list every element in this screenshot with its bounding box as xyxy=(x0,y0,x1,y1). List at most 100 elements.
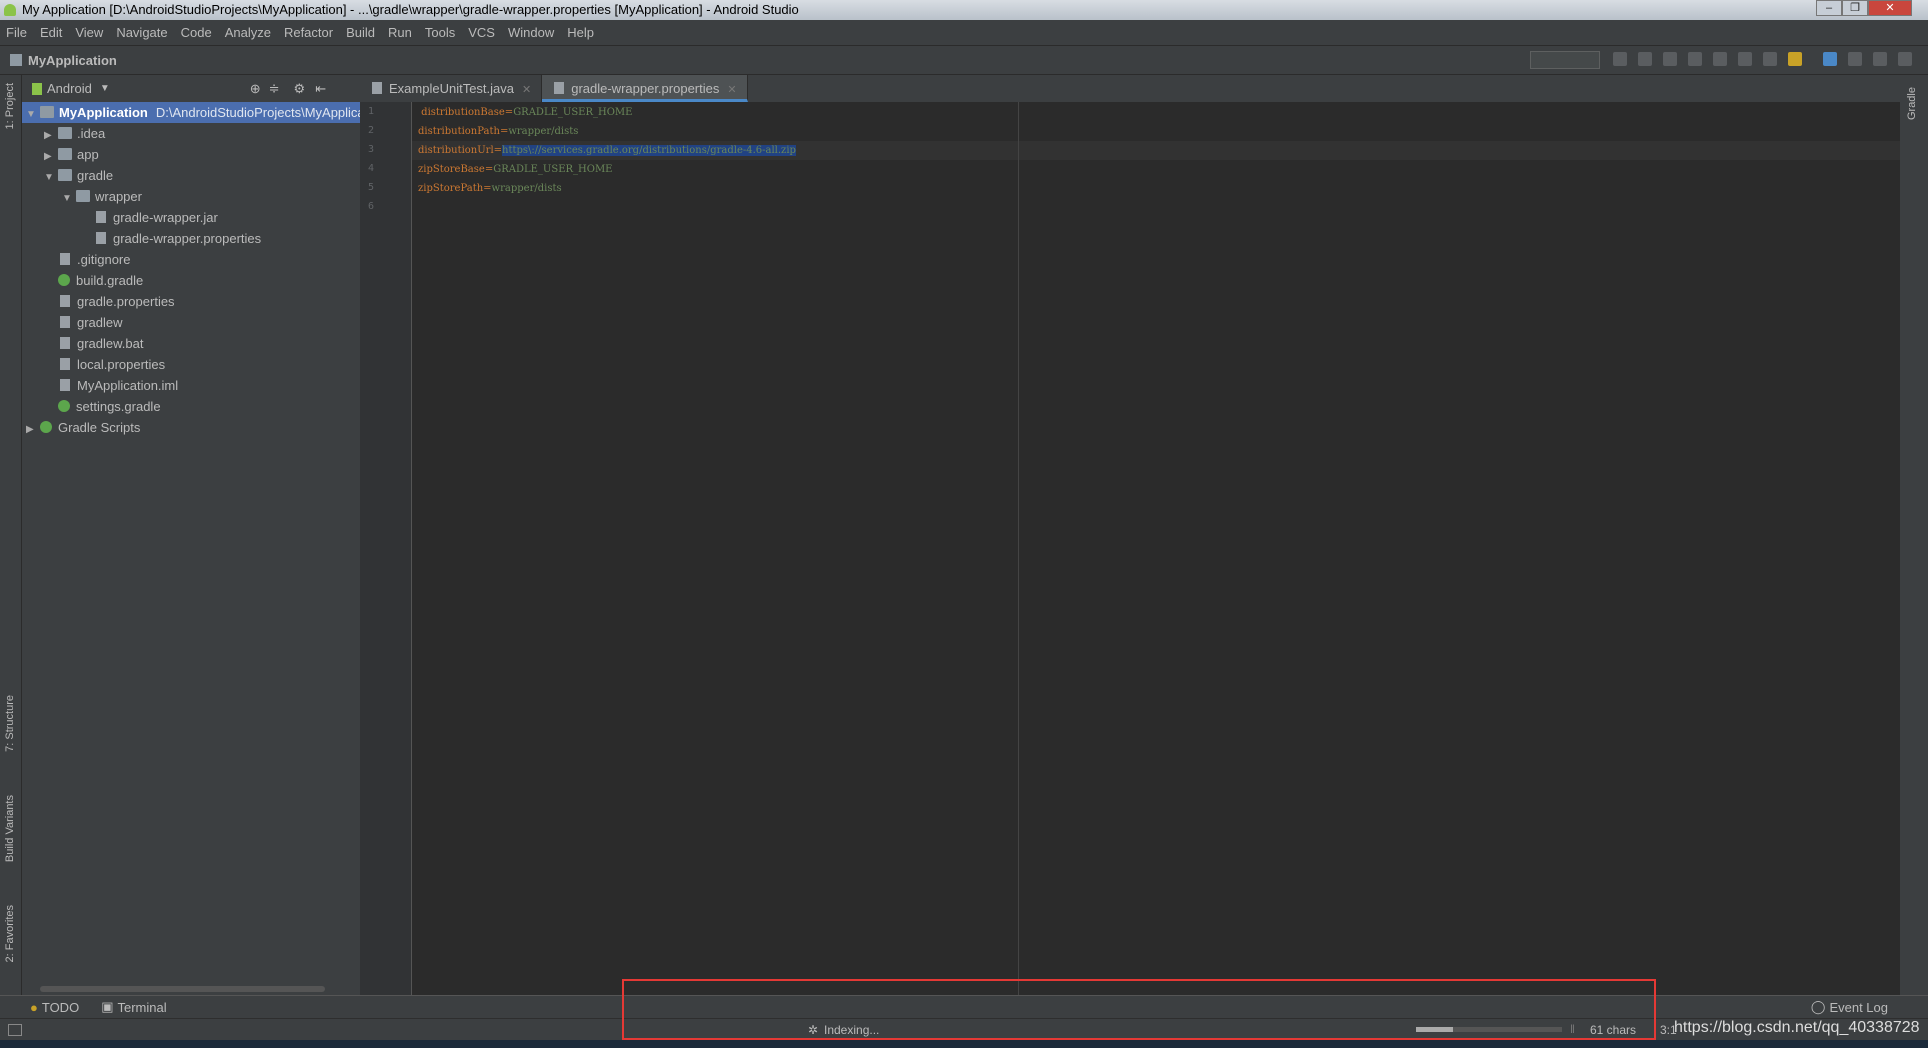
tab-gradle-wrapper-properties[interactable]: gradle-wrapper.properties ✕ xyxy=(542,75,748,102)
line-number: 3 xyxy=(367,144,374,155)
tree-item[interactable]: ▶ app xyxy=(22,144,360,165)
menu-tools[interactable]: Tools xyxy=(425,25,455,40)
debug-icon[interactable] xyxy=(1663,52,1677,66)
menu-edit[interactable]: Edit xyxy=(40,25,62,40)
tree-item-label: .gitignore xyxy=(77,252,131,267)
taskbar xyxy=(0,1040,1928,1048)
gradle-icon xyxy=(40,421,52,433)
menu-run[interactable]: Run xyxy=(388,25,412,40)
tool-gradle[interactable]: Gradle xyxy=(1906,87,1918,120)
run-config-dropdown[interactable] xyxy=(1530,51,1600,69)
code-editor[interactable]: distributionBase=GRADLE_USER_HOME distrib… xyxy=(412,102,1900,995)
device-icon[interactable] xyxy=(1848,52,1862,66)
close-button[interactable]: ✕ xyxy=(1868,0,1912,16)
apply-changes-icon[interactable] xyxy=(1638,52,1652,66)
code-line: distributionPath=wrapper/dists xyxy=(418,122,578,141)
todo-icon: ● xyxy=(30,999,38,1015)
attach-icon[interactable] xyxy=(1713,52,1727,66)
tool-structure[interactable]: 7: Structure xyxy=(4,695,16,752)
run-icon[interactable] xyxy=(1613,52,1627,66)
collapsed-arrow-icon[interactable]: ▶ xyxy=(44,125,58,146)
tree-item[interactable]: ▼ gradle xyxy=(22,165,360,186)
tree-item[interactable]: gradle-wrapper.properties xyxy=(22,228,360,249)
property-key: zipStorePath xyxy=(418,183,484,194)
collapse-icon[interactable]: ≑ xyxy=(269,81,280,97)
tool-build-variants[interactable]: Build Variants xyxy=(4,795,16,862)
minimize-button[interactable]: – xyxy=(1816,0,1842,16)
project-view-selector[interactable]: Android xyxy=(47,81,92,96)
tree-item[interactable]: ▶ .idea xyxy=(22,123,360,144)
equals-sign: = xyxy=(483,183,492,194)
tree-item[interactable]: gradle-wrapper.jar xyxy=(22,207,360,228)
tree-item[interactable]: ▼ wrapper xyxy=(22,186,360,207)
menu-analyze[interactable]: Analyze xyxy=(225,25,271,40)
file-icon xyxy=(60,379,70,391)
close-tab-icon[interactable]: ✕ xyxy=(727,84,736,96)
expanded-arrow-icon[interactable]: ▼ xyxy=(26,104,40,125)
tool-windows-toggle-icon[interactable] xyxy=(8,1024,22,1036)
terminal-tab[interactable]: Terminal xyxy=(117,1000,166,1015)
equals-sign: = xyxy=(493,145,503,156)
tree-item[interactable]: build.gradle xyxy=(22,270,360,291)
window-title: My Application [D:\AndroidStudioProjects… xyxy=(22,2,799,17)
sync-icon[interactable] xyxy=(1763,52,1777,66)
tree-item[interactable]: gradlew xyxy=(22,312,360,333)
project-folder-icon xyxy=(10,54,22,66)
menu-code[interactable]: Code xyxy=(181,25,212,40)
tree-item-label: gradle.properties xyxy=(77,294,175,309)
profile-icon[interactable] xyxy=(1688,52,1702,66)
menu-help[interactable]: Help xyxy=(567,25,594,40)
menu-build[interactable]: Build xyxy=(346,25,375,40)
tree-horizontal-scrollbar[interactable] xyxy=(40,986,325,992)
tree-item[interactable]: .gitignore xyxy=(22,249,360,270)
file-icon xyxy=(372,82,382,94)
menu-window[interactable]: Window xyxy=(508,25,554,40)
search-icon[interactable] xyxy=(1873,52,1887,66)
sdk-manager-icon[interactable] xyxy=(1823,52,1837,66)
menu-vcs[interactable]: VCS xyxy=(468,25,495,40)
layout-icon[interactable] xyxy=(1898,52,1912,66)
tree-item[interactable]: ▶ Gradle Scripts xyxy=(22,417,360,438)
event-log-tab[interactable]: Event Log xyxy=(1829,1000,1888,1015)
tree-item[interactable]: gradlew.bat xyxy=(22,333,360,354)
property-key: zipStoreBase xyxy=(418,164,485,175)
tab-exampleunittest-java[interactable]: ExampleUnitTest.java ✕ xyxy=(360,75,543,102)
tree-item-label: MyApplication xyxy=(59,105,148,120)
stop-icon[interactable] xyxy=(1738,52,1752,66)
expanded-arrow-icon[interactable]: ▼ xyxy=(62,188,76,209)
tree-item-label: gradle-wrapper.jar xyxy=(113,210,218,225)
tool-favorites[interactable]: 2: Favorites xyxy=(4,905,16,962)
folder-icon xyxy=(58,127,72,139)
android-icon xyxy=(32,82,42,95)
tree-item[interactable]: gradle.properties xyxy=(22,291,360,312)
gear-icon[interactable]: ⚙ xyxy=(294,81,306,97)
collapsed-arrow-icon[interactable]: ▶ xyxy=(26,419,40,440)
avd-manager-icon[interactable] xyxy=(1788,52,1802,66)
tool-project[interactable]: 1: Project xyxy=(4,83,16,129)
tree-item-label: .idea xyxy=(77,126,106,141)
line-gutter: 1 2 3 4 5 6 xyxy=(360,102,412,995)
close-tab-icon[interactable]: ✕ xyxy=(522,84,531,96)
breadcrumb-project[interactable]: MyApplication xyxy=(28,53,117,68)
tree-item-label: gradle xyxy=(77,168,114,183)
folder-icon xyxy=(58,148,72,160)
expanded-arrow-icon[interactable]: ▼ xyxy=(44,167,58,188)
property-value: GRADLE_USER_HOME xyxy=(493,164,613,175)
tree-item[interactable]: local.properties xyxy=(22,354,360,375)
menu-refactor[interactable]: Refactor xyxy=(284,25,333,40)
tab-label: ExampleUnitTest.java xyxy=(389,81,514,96)
maximize-button[interactable]: ❐ xyxy=(1842,0,1868,16)
menu-file[interactable]: File xyxy=(6,25,27,40)
todo-tab[interactable]: TODO xyxy=(42,1000,79,1015)
menu-view[interactable]: View xyxy=(75,25,103,40)
chevron-down-icon[interactable]: ▼ xyxy=(100,83,110,94)
tab-label: gradle-wrapper.properties xyxy=(571,81,720,96)
line-number: 4 xyxy=(367,163,374,174)
tree-item[interactable]: settings.gradle xyxy=(22,396,360,417)
locate-icon[interactable]: ⊕ xyxy=(250,81,261,97)
menu-navigate[interactable]: Navigate xyxy=(116,25,167,40)
tree-item[interactable]: ▼ MyApplication D:\AndroidStudioProjects\M… xyxy=(22,102,386,125)
tree-item[interactable]: MyApplication.iml xyxy=(22,375,360,396)
hide-icon[interactable]: ⇤ xyxy=(315,81,326,97)
collapsed-arrow-icon[interactable]: ▶ xyxy=(44,146,58,167)
